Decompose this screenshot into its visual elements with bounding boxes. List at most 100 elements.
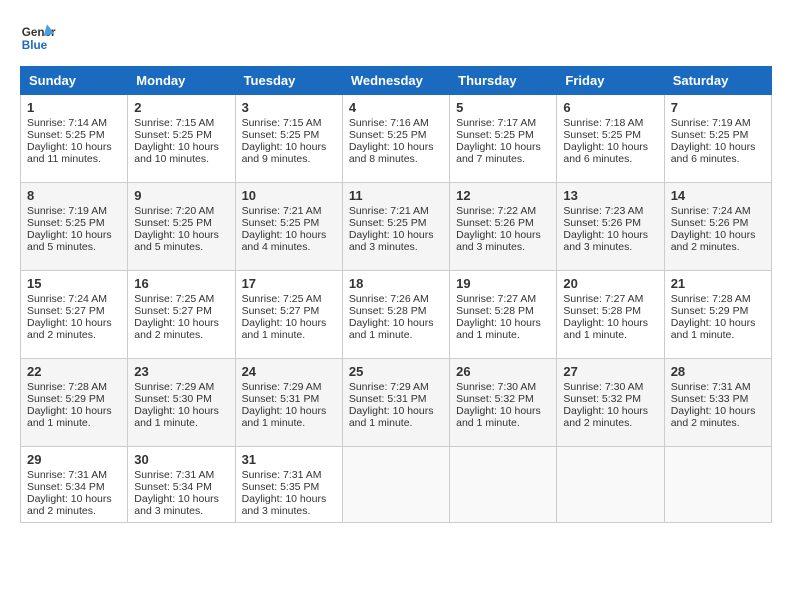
column-header-tuesday: Tuesday <box>235 67 342 95</box>
day-number: 21 <box>671 276 765 291</box>
calendar-cell: 1 Sunrise: 7:14 AM Sunset: 5:25 PM Dayli… <box>21 95 128 183</box>
daylight-label: Daylight: 10 hours and 2 minutes. <box>27 493 112 517</box>
svg-text:Blue: Blue <box>22 39 48 52</box>
day-number: 8 <box>27 188 121 203</box>
calendar-cell: 17 Sunrise: 7:25 AM Sunset: 5:27 PM Dayl… <box>235 271 342 359</box>
daylight-label: Daylight: 10 hours and 2 minutes. <box>671 229 756 253</box>
sunset-label: Sunset: 5:25 PM <box>134 217 212 229</box>
sunset-label: Sunset: 5:25 PM <box>242 217 320 229</box>
calendar-cell: 13 Sunrise: 7:23 AM Sunset: 5:26 PM Dayl… <box>557 183 664 271</box>
daylight-label: Daylight: 10 hours and 3 minutes. <box>563 229 648 253</box>
sunrise-label: Sunrise: 7:28 AM <box>27 381 107 393</box>
day-number: 1 <box>27 100 121 115</box>
logo: General Blue <box>20 20 56 56</box>
day-number: 7 <box>671 100 765 115</box>
sunset-label: Sunset: 5:25 PM <box>27 217 105 229</box>
column-header-wednesday: Wednesday <box>342 67 449 95</box>
calendar-cell: 14 Sunrise: 7:24 AM Sunset: 5:26 PM Dayl… <box>664 183 771 271</box>
calendar-cell: 21 Sunrise: 7:28 AM Sunset: 5:29 PM Dayl… <box>664 271 771 359</box>
sunset-label: Sunset: 5:30 PM <box>134 393 212 405</box>
sunset-label: Sunset: 5:29 PM <box>671 305 749 317</box>
sunrise-label: Sunrise: 7:18 AM <box>563 117 643 129</box>
sunset-label: Sunset: 5:25 PM <box>563 129 641 141</box>
daylight-label: Daylight: 10 hours and 1 minute. <box>563 317 648 341</box>
sunrise-label: Sunrise: 7:29 AM <box>349 381 429 393</box>
day-number: 29 <box>27 452 121 467</box>
column-header-sunday: Sunday <box>21 67 128 95</box>
calendar-cell: 24 Sunrise: 7:29 AM Sunset: 5:31 PM Dayl… <box>235 359 342 447</box>
sunset-label: Sunset: 5:25 PM <box>27 129 105 141</box>
calendar-week-row: 15 Sunrise: 7:24 AM Sunset: 5:27 PM Dayl… <box>21 271 772 359</box>
day-number: 9 <box>134 188 228 203</box>
calendar-cell: 26 Sunrise: 7:30 AM Sunset: 5:32 PM Dayl… <box>450 359 557 447</box>
daylight-label: Daylight: 10 hours and 1 minute. <box>671 317 756 341</box>
sunrise-label: Sunrise: 7:24 AM <box>671 205 751 217</box>
daylight-label: Daylight: 10 hours and 2 minutes. <box>563 405 648 429</box>
sunset-label: Sunset: 5:27 PM <box>134 305 212 317</box>
day-number: 30 <box>134 452 228 467</box>
sunrise-label: Sunrise: 7:17 AM <box>456 117 536 129</box>
calendar-cell: 25 Sunrise: 7:29 AM Sunset: 5:31 PM Dayl… <box>342 359 449 447</box>
calendar-cell: 11 Sunrise: 7:21 AM Sunset: 5:25 PM Dayl… <box>342 183 449 271</box>
day-number: 3 <box>242 100 336 115</box>
sunrise-label: Sunrise: 7:31 AM <box>134 469 214 481</box>
sunset-label: Sunset: 5:31 PM <box>242 393 320 405</box>
sunset-label: Sunset: 5:33 PM <box>671 393 749 405</box>
day-number: 16 <box>134 276 228 291</box>
sunset-label: Sunset: 5:25 PM <box>349 217 427 229</box>
calendar-cell <box>557 447 664 523</box>
sunrise-label: Sunrise: 7:29 AM <box>134 381 214 393</box>
daylight-label: Daylight: 10 hours and 1 minute. <box>134 405 219 429</box>
sunset-label: Sunset: 5:28 PM <box>349 305 427 317</box>
day-number: 24 <box>242 364 336 379</box>
calendar-header-row: SundayMondayTuesdayWednesdayThursdayFrid… <box>21 67 772 95</box>
sunrise-label: Sunrise: 7:27 AM <box>456 293 536 305</box>
daylight-label: Daylight: 10 hours and 5 minutes. <box>27 229 112 253</box>
sunrise-label: Sunrise: 7:28 AM <box>671 293 751 305</box>
sunset-label: Sunset: 5:27 PM <box>27 305 105 317</box>
sunset-label: Sunset: 5:25 PM <box>134 129 212 141</box>
calendar-cell: 7 Sunrise: 7:19 AM Sunset: 5:25 PM Dayli… <box>664 95 771 183</box>
calendar-cell: 28 Sunrise: 7:31 AM Sunset: 5:33 PM Dayl… <box>664 359 771 447</box>
sunset-label: Sunset: 5:25 PM <box>349 129 427 141</box>
sunset-label: Sunset: 5:28 PM <box>456 305 534 317</box>
day-number: 22 <box>27 364 121 379</box>
day-number: 20 <box>563 276 657 291</box>
daylight-label: Daylight: 10 hours and 7 minutes. <box>456 141 541 165</box>
daylight-label: Daylight: 10 hours and 8 minutes. <box>349 141 434 165</box>
calendar-cell: 31 Sunrise: 7:31 AM Sunset: 5:35 PM Dayl… <box>235 447 342 523</box>
daylight-label: Daylight: 10 hours and 3 minutes. <box>242 493 327 517</box>
daylight-label: Daylight: 10 hours and 2 minutes. <box>27 317 112 341</box>
daylight-label: Daylight: 10 hours and 6 minutes. <box>563 141 648 165</box>
daylight-label: Daylight: 10 hours and 1 minute. <box>349 317 434 341</box>
day-number: 27 <box>563 364 657 379</box>
page-header: General Blue <box>20 20 772 56</box>
daylight-label: Daylight: 10 hours and 3 minutes. <box>349 229 434 253</box>
sunrise-label: Sunrise: 7:23 AM <box>563 205 643 217</box>
calendar-cell: 29 Sunrise: 7:31 AM Sunset: 5:34 PM Dayl… <box>21 447 128 523</box>
sunrise-label: Sunrise: 7:19 AM <box>671 117 751 129</box>
sunrise-label: Sunrise: 7:25 AM <box>134 293 214 305</box>
day-number: 18 <box>349 276 443 291</box>
column-header-monday: Monday <box>128 67 235 95</box>
daylight-label: Daylight: 10 hours and 1 minute. <box>242 405 327 429</box>
sunset-label: Sunset: 5:26 PM <box>456 217 534 229</box>
day-number: 15 <box>27 276 121 291</box>
sunrise-label: Sunrise: 7:25 AM <box>242 293 322 305</box>
calendar-cell: 16 Sunrise: 7:25 AM Sunset: 5:27 PM Dayl… <box>128 271 235 359</box>
daylight-label: Daylight: 10 hours and 1 minute. <box>242 317 327 341</box>
calendar-cell <box>664 447 771 523</box>
calendar-cell: 19 Sunrise: 7:27 AM Sunset: 5:28 PM Dayl… <box>450 271 557 359</box>
sunset-label: Sunset: 5:26 PM <box>563 217 641 229</box>
calendar-week-row: 22 Sunrise: 7:28 AM Sunset: 5:29 PM Dayl… <box>21 359 772 447</box>
sunrise-label: Sunrise: 7:29 AM <box>242 381 322 393</box>
sunrise-label: Sunrise: 7:31 AM <box>242 469 322 481</box>
daylight-label: Daylight: 10 hours and 2 minutes. <box>134 317 219 341</box>
sunset-label: Sunset: 5:32 PM <box>456 393 534 405</box>
sunset-label: Sunset: 5:25 PM <box>456 129 534 141</box>
daylight-label: Daylight: 10 hours and 11 minutes. <box>27 141 112 165</box>
day-number: 4 <box>349 100 443 115</box>
daylight-label: Daylight: 10 hours and 10 minutes. <box>134 141 219 165</box>
sunrise-label: Sunrise: 7:30 AM <box>456 381 536 393</box>
sunset-label: Sunset: 5:34 PM <box>134 481 212 493</box>
